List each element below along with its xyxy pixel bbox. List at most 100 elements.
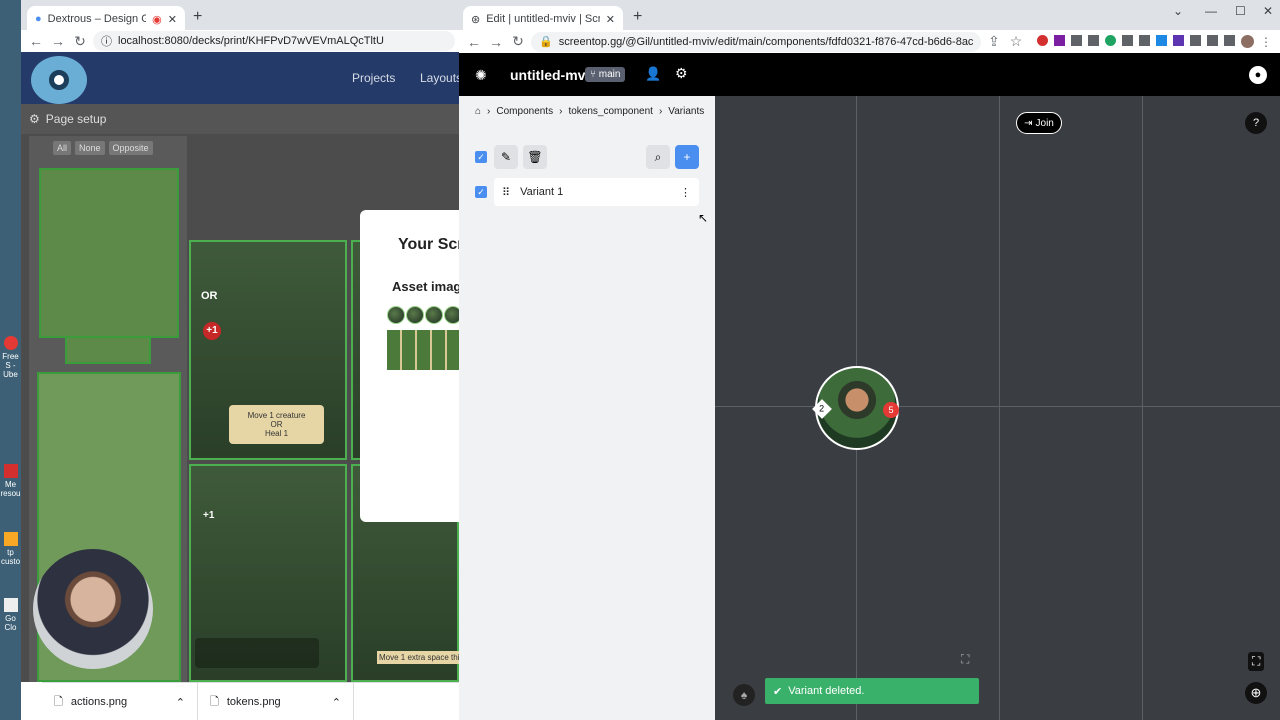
right-address-bar[interactable]: 🔒 screentop.gg/@Gil/untitled-mviv/edit/m… <box>531 31 981 52</box>
favicon-icon: ● <box>35 13 42 25</box>
trash-icon: 🗑 <box>527 150 543 164</box>
variant-row[interactable]: ⠿ Variant 1 ⋮ <box>494 178 699 206</box>
chevron-up-icon[interactable]: ⌃ <box>332 696 341 709</box>
sidebar-icon[interactable] <box>1224 34 1235 46</box>
branch-badge[interactable]: ⑂ main <box>585 67 626 82</box>
extension-grammarly-icon[interactable] <box>1105 34 1116 46</box>
menu-kebab-icon[interactable]: ⋮ <box>1260 35 1272 49</box>
preview-card-1: OR +1 Move 1 creature OR Heal 1 <box>189 240 347 460</box>
extension-icon[interactable] <box>1173 34 1184 46</box>
close-window-icon[interactable]: ✕ <box>1263 4 1273 18</box>
forward-icon[interactable]: → <box>49 33 67 49</box>
check-circle-icon: ✔ <box>773 685 783 698</box>
back-icon[interactable]: ← <box>27 33 45 49</box>
spade-icon[interactable]: ♠ <box>733 684 755 706</box>
desktop-item-google-cloud[interactable]: Go Clo <box>0 598 21 632</box>
screentop-app: ✺ untitled-mviv ⑂ main 👤 ⚙ ● ⌂ › Componen… <box>459 53 1280 720</box>
info-icon: ⓘ <box>101 36 112 48</box>
filter-all-button[interactable]: All <box>53 141 72 155</box>
filter-buttons: All None Opposite <box>53 141 153 155</box>
extension-icon[interactable] <box>1088 34 1099 46</box>
extension-icon[interactable] <box>1156 34 1167 46</box>
left-toolbar: ← → ↻ ⓘ localhost:8080/decks/print/KHFPv… <box>21 30 459 52</box>
add-variant-button[interactable]: + <box>675 145 699 169</box>
variant-checkbox[interactable]: ✓ <box>475 186 487 198</box>
token-badge-left: 2 <box>812 399 832 419</box>
download-item-actions[interactable]: 🗋 actions.png ⌃ <box>42 683 198 720</box>
app-logo[interactable] <box>31 56 87 104</box>
page-setup-bar[interactable]: ⚙ Page setup <box>21 104 459 134</box>
token-sheet-thumbnail[interactable] <box>39 168 179 338</box>
token-badge-right: 5 <box>883 402 899 418</box>
toast-notification: ✔ Variant deleted. <box>765 678 979 704</box>
tab-search-icon[interactable]: ⌄ <box>1173 4 1183 18</box>
bookmark-star-icon[interactable]: ☆ <box>1007 33 1025 50</box>
file-icon: 🗋 <box>210 695 219 708</box>
share-icon[interactable]: ⇪ <box>985 33 1003 50</box>
sign-in-icon: ⇥ <box>1024 117 1033 129</box>
nav-projects[interactable]: Projects <box>352 71 395 85</box>
reload-icon[interactable]: ↻ <box>71 33 89 50</box>
extension-icon[interactable] <box>1139 34 1150 46</box>
nav-layouts[interactable]: Layouts <box>420 71 459 85</box>
extension-icon[interactable] <box>1122 34 1133 46</box>
settings-gear-icon[interactable]: ⚙ <box>675 65 688 82</box>
right-toolbar: ← → ↻ 🔒 screentop.gg/@Gil/untitled-mviv/… <box>459 30 1280 53</box>
new-tab-icon[interactable]: + <box>633 8 642 26</box>
close-tab-icon[interactable]: ✕ <box>168 13 177 26</box>
lock-icon: 🔒 <box>539 36 553 48</box>
extension-icon[interactable] <box>1054 34 1065 46</box>
right-browser-window: ⊛ Edit | untitled-mviv | Screentop.g ✕ +… <box>459 0 1280 720</box>
video-controls <box>195 638 319 668</box>
screentop-logo-icon[interactable]: ✺ <box>475 67 487 84</box>
desktop-item-free[interactable]: Free S - Ube <box>0 336 21 379</box>
more-kebab-icon[interactable]: ⋮ <box>680 186 691 199</box>
fullscreen-icon[interactable]: ⛶ <box>1248 652 1265 671</box>
webcam-overlay <box>33 549 153 669</box>
puzzle-icon[interactable] <box>1190 34 1201 46</box>
plus-icon: + <box>683 150 691 164</box>
pencil-icon: ✎ <box>500 150 512 164</box>
join-button[interactable]: ⇥ Join <box>1016 112 1062 134</box>
minimize-icon[interactable]: — <box>1205 4 1217 18</box>
mouse-cursor: ↖ <box>698 211 709 225</box>
maximize-icon[interactable]: ☐ <box>1235 4 1246 18</box>
filter-opposite-button[interactable]: Opposite <box>108 141 153 155</box>
forward-icon[interactable]: → <box>487 34 505 50</box>
back-icon[interactable]: ← <box>465 34 483 50</box>
desktop-item-resources[interactable]: Me resou <box>0 464 21 498</box>
profile-avatar[interactable] <box>1241 34 1254 48</box>
left-address-bar[interactable]: ⓘ localhost:8080/decks/print/KHFPvD7wVEV… <box>93 31 455 51</box>
edit-pencil-button[interactable]: ✎ <box>494 145 518 169</box>
reload-icon[interactable]: ↻ <box>509 33 527 50</box>
search-icon: ⌕ <box>654 149 662 164</box>
breadcrumb-tokens-component[interactable]: tokens_component <box>568 106 653 117</box>
tab-dextrous[interactable]: ● Dextrous – Design Game Co ◉ ✕ <box>27 6 185 32</box>
filter-none-button[interactable]: None <box>75 141 105 155</box>
breadcrumb-components[interactable]: Components <box>496 106 553 117</box>
recenter-icon[interactable]: ⊕ <box>1245 682 1267 704</box>
fit-screen-icon[interactable]: ⛶ <box>961 652 969 667</box>
account-icon[interactable]: ● <box>1249 66 1267 84</box>
delete-button[interactable]: 🗑 <box>523 145 547 169</box>
dextrous-app: Projects Layouts ⚙ Page setup All None O… <box>21 52 459 682</box>
home-icon[interactable]: ⌂ <box>475 106 481 117</box>
chevron-up-icon[interactable]: ⌃ <box>176 696 185 709</box>
help-button[interactable]: ? <box>1245 112 1267 134</box>
canvas[interactable]: ⇥ Join ? 2 5 ⛶ ⛶ ♠ ⊕ ✔ Variant deleted. <box>715 96 1280 720</box>
extension-icon[interactable] <box>1071 34 1082 46</box>
token-component[interactable]: 2 5 <box>812 366 899 450</box>
extension-opera-icon[interactable] <box>1037 34 1048 46</box>
select-all-checkbox[interactable]: ✓ <box>475 151 487 163</box>
search-button[interactable]: ⌕ <box>646 145 670 169</box>
add-user-icon[interactable]: 👤 <box>645 66 661 82</box>
close-tab-icon[interactable]: ✕ <box>606 13 615 26</box>
new-tab-icon[interactable]: + <box>193 8 202 26</box>
tab-screentop[interactable]: ⊛ Edit | untitled-mviv | Screentop.g ✕ <box>463 6 623 32</box>
drag-handle-icon[interactable]: ⠿ <box>502 186 510 199</box>
desktop-item-custom[interactable]: tp custo <box>0 532 21 566</box>
download-item-tokens[interactable]: 🗋 tokens.png ⌃ <box>198 683 354 720</box>
export-modal: Your Scr Asset image <box>360 210 459 522</box>
breadcrumb-variants: Variants <box>668 106 705 117</box>
reading-list-icon[interactable] <box>1207 34 1218 46</box>
